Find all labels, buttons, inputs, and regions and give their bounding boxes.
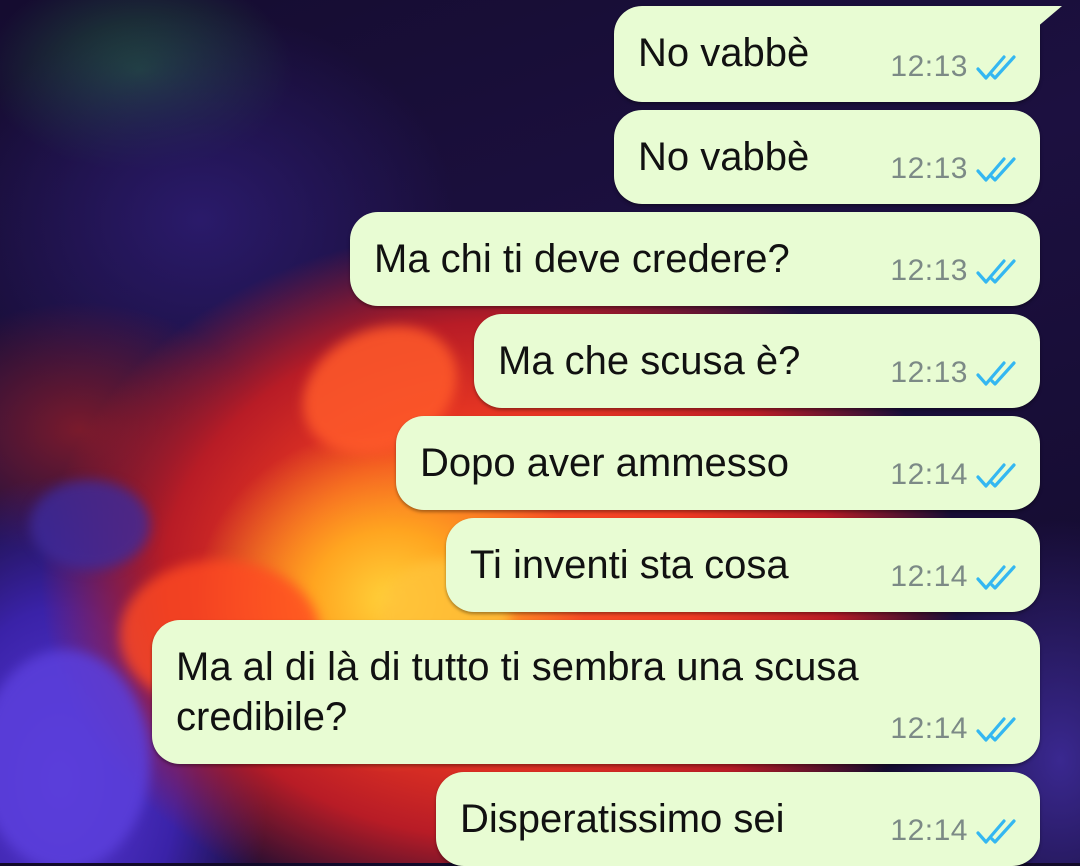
message-meta: 12:14 [890,712,1020,746]
double-check-icon [976,157,1016,182]
message-time: 12:13 [890,50,968,83]
double-check-icon [976,463,1016,488]
message-time: 12:14 [890,560,968,593]
double-check-icon [976,717,1016,742]
double-check-icon [976,361,1016,386]
message-time: 12:14 [890,814,968,847]
message-meta: 12:14 [890,814,1020,848]
message-bubble[interactable]: Ma che scusa è? 12:13 [474,314,1040,408]
message-bubble[interactable]: No vabbè 12:13 [614,6,1062,102]
message-time: 12:13 [890,152,968,185]
double-check-icon [976,55,1016,80]
double-check-icon [976,819,1016,844]
message-list[interactable]: No vabbè 12:13 No vabbè 12:13 Ma chi ti … [0,0,1080,866]
message-bubble[interactable]: Ma al di là di tutto ti sembra una scusa… [152,620,1040,764]
message-time: 12:14 [890,458,968,491]
message-meta: 12:13 [890,50,1020,84]
message-time: 12:13 [890,254,968,287]
double-check-icon [976,565,1016,590]
message-meta: 12:14 [890,458,1020,492]
message-meta: 12:14 [890,560,1020,594]
double-check-icon [976,259,1016,284]
message-meta: 12:13 [890,152,1020,186]
message-bubble[interactable]: No vabbè 12:13 [614,110,1040,204]
message-bubble[interactable]: Ti inventi sta cosa 12:14 [446,518,1040,612]
message-meta: 12:13 [890,356,1020,390]
message-bubble[interactable]: Disperatissimo sei 12:14 [436,772,1040,866]
message-time: 12:13 [890,356,968,389]
bubble-tail [1036,6,1062,28]
message-time: 12:14 [890,712,968,745]
message-bubble[interactable]: Dopo aver ammesso 12:14 [396,416,1040,510]
message-meta: 12:13 [890,254,1020,288]
message-bubble[interactable]: Ma chi ti deve credere? 12:13 [350,212,1040,306]
